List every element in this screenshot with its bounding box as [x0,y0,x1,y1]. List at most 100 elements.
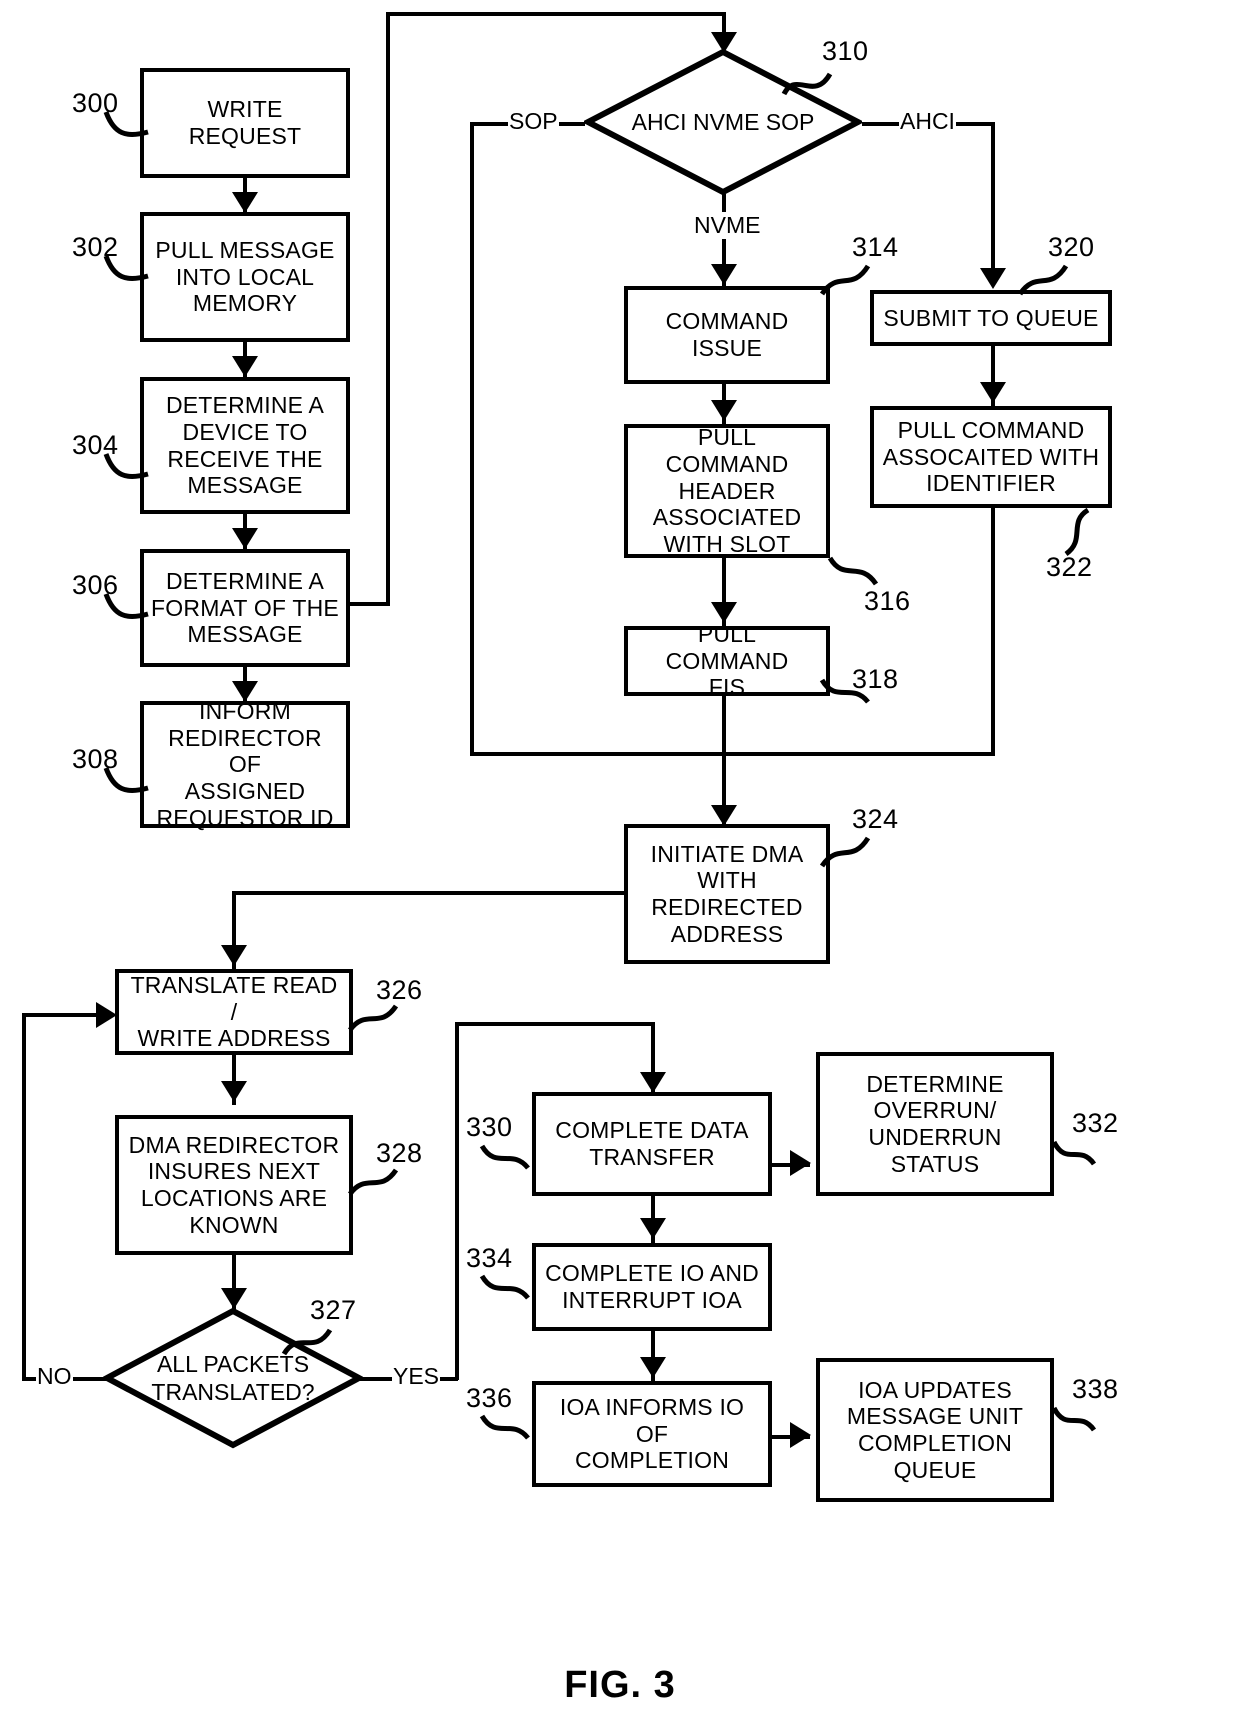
node-determine-format-of-message[interactable]: DETERMINE A FORMAT OF THE MESSAGE [140,549,350,667]
leader-314 [819,262,872,298]
node-316-line4: WITH SLOT [663,531,791,558]
node-332-line1: DETERMINE [866,1070,1004,1097]
node-308-line2: REDIRECTOR OF [168,724,322,778]
node-338-line4: QUEUE [893,1456,977,1483]
arrowhead-327-330 [640,1072,666,1093]
ref-numeral-328: 328 [376,1138,423,1168]
node-pull-command-fis[interactable]: PULL COMMAND FIS [624,621,830,700]
edge-327-no-return [22,1013,104,1017]
leader-324 [819,834,872,870]
node-306-line3: MESSAGE [187,621,303,648]
arrowhead-318-324 [711,805,737,826]
node-314-line2: ISSUE [691,335,763,361]
leader-320 [1017,262,1070,298]
node-336-line1: IOA INFORMS IO OF [559,1393,745,1447]
node-submit-to-queue[interactable]: SUBMIT TO QUEUE [870,290,1112,346]
node-pull-message-into-local-memory[interactable]: PULL MESSAGE INTO LOCAL MEMORY [140,212,350,342]
node-334-line2: INTERRUPT IOA [562,1287,742,1313]
node-322-line1: PULL COMMAND [897,416,1085,443]
edge-label-yes: YES [392,1363,441,1390]
ref-numeral-334: 334 [466,1243,513,1273]
arrowhead-330-334 [640,1218,666,1239]
edge-327-yes-top-h [455,1022,655,1026]
node-330-line1: COMPLETE DATA [555,1117,749,1144]
leader-328 [347,1166,400,1200]
node-328-line4: KNOWN [189,1211,279,1238]
leader-330 [479,1142,532,1176]
node-determine-overrun-underrun-status[interactable]: DETERMINE OVERRUN/ UNDERRUN STATUS [816,1052,1054,1196]
node-324-line2: WITH [697,867,757,894]
edge-327-no-v [22,1013,26,1381]
edge-label-no: NO [36,1363,73,1390]
ref-numeral-314: 314 [852,232,899,262]
leader-332 [1051,1138,1098,1172]
node-dma-redirector-insures-next-locations-known[interactable]: DMA REDIRECTOR INSURES NEXT LOCATIONS AR… [115,1115,353,1255]
node-ioa-updates-message-unit-completion-queue[interactable]: IOA UPDATES MESSAGE UNIT COMPLETION QUEU… [816,1358,1054,1502]
node-302-line3: MEMORY [192,290,298,317]
arrowhead-300-302 [232,192,258,213]
ref-numeral-332: 332 [1072,1108,1119,1138]
leader-308 [103,764,150,802]
node-determine-device-to-receive-message[interactable]: DETERMINE A DEVICE TO RECEIVE THE MESSAG… [140,377,350,514]
leader-326 [347,1002,400,1036]
node-334-line1: COMPLETE IO AND [545,1260,759,1287]
node-318-line1: PULL COMMAND [665,621,789,674]
arrowhead-336-338 [790,1422,811,1448]
node-300-label: WRITE REQUEST [188,96,302,149]
figure-caption: FIG. 3 [564,1664,676,1706]
ref-numeral-338: 338 [1072,1374,1119,1404]
node-316-line2: HEADER [678,477,776,504]
node-complete-data-transfer[interactable]: COMPLETE DATA TRANSFER [532,1092,772,1196]
edge-322-join-v [991,506,995,754]
arrowhead-314-316 [711,400,737,421]
node-complete-io-and-interrupt-ioa[interactable]: COMPLETE IO AND INTERRUPT IOA [532,1243,772,1331]
edge-label-ahci: AHCI [899,108,956,135]
arrowhead-316-318 [711,602,737,623]
node-316-line3: ASSOCIATED [652,504,802,531]
ref-numeral-324: 324 [852,804,899,834]
node-initiate-dma-with-redirected-address[interactable]: INITIATE DMA WITH REDIRECTED ADDRESS [624,824,830,964]
ref-numeral-316: 316 [864,586,911,616]
node-332-line2: OVERRUN/ [873,1097,997,1124]
node-324-line1: INITIATE DMA [650,840,804,867]
edge-310-sop-join [470,752,726,756]
node-308-line3: ASSIGNED [184,777,306,804]
edge-310-ahci-v [991,122,995,274]
node-pull-command-associated-with-identifier[interactable]: PULL COMMAND ASSOCAITED WITH IDENTIFIER [870,406,1112,508]
node-324-line4: ADDRESS [670,920,784,947]
node-write-request[interactable]: WRITE REQUEST [140,68,350,178]
leader-334 [479,1272,532,1306]
node-translate-read-write-address[interactable]: TRANSLATE READ / WRITE ADDRESS [115,969,353,1055]
node-inform-redirector-of-assigned-requestor-id[interactable]: INFORM REDIRECTOR OF ASSIGNED REQUESTOR … [140,698,350,831]
leader-300 [103,108,150,146]
edge-306-to-310-v [386,12,390,606]
node-324-line3: REDIRECTED [651,894,803,920]
edge-322-join-h [720,752,995,756]
node-338-line1: IOA UPDATES [858,1376,1012,1403]
node-304-line3: RECEIVE THE [167,445,323,472]
node-command-issue[interactable]: COMMAND ISSUE [624,286,830,384]
arrowhead-310-314 [711,264,737,285]
node-330-line2: TRANSFER [589,1144,715,1170]
edge-310-sop-v [470,122,474,756]
node-326-line1: TRANSLATE READ / [130,972,338,1025]
node-338-line2: MESSAGE UNIT [846,1403,1024,1430]
node-pull-command-header-associated-with-slot[interactable]: PULL COMMAND HEADER ASSOCIATED WITH SLOT [624,424,830,558]
arrowhead-310-320 [980,268,1006,289]
arrowhead-328-327 [221,1288,247,1309]
node-338-line3: COMPLETION [857,1430,1013,1456]
arrowhead-302-304 [232,356,258,377]
arrowhead-326-328 [221,1081,247,1102]
edge-label-nvme: NVME [693,212,762,239]
node-314-line1: COMMAND [665,308,789,335]
ref-numeral-320: 320 [1048,232,1095,262]
figure-sheet: WRITE REQUEST PULL MESSAGE INTO LOCAL ME… [0,0,1240,1729]
leader-304 [103,450,150,488]
arrowhead-334-336 [640,1357,666,1378]
ref-numeral-327: 327 [310,1295,357,1325]
node-306-line2: FORMAT OF THE [151,594,339,621]
node-326-line2: WRITE ADDRESS [137,1025,331,1052]
node-308-line4: REQUESTOR ID [156,804,334,831]
node-ioa-informs-io-of-completion[interactable]: IOA INFORMS IO OF COMPLETION [532,1381,772,1487]
leader-310 [781,68,834,98]
